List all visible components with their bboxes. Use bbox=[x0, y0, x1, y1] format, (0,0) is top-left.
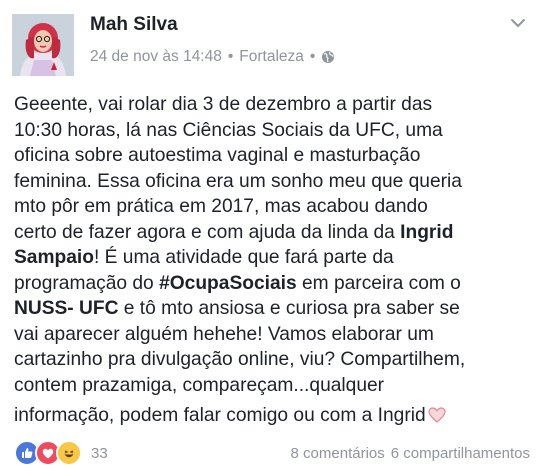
text-line: Geeente, vai rolar dia 3 de dezembro a p… bbox=[14, 94, 433, 115]
facebook-post: Mah Silva 24 de nov às 14:48 • Fortaleza… bbox=[0, 0, 540, 470]
meta-separator: • bbox=[227, 48, 234, 65]
text-line: oficina sobre autoestima vaginal e mastu… bbox=[14, 145, 421, 166]
hashtag-link[interactable]: #OcupaSociais bbox=[159, 273, 297, 294]
haha-icon bbox=[56, 440, 82, 466]
text-line: vai aparecer alguém hehehe! Vamos elabor… bbox=[14, 323, 434, 345]
text-line: feminina. Essa oficina era um sonho meu … bbox=[14, 170, 462, 192]
mention-ingrid[interactable]: Ingrid bbox=[400, 222, 453, 243]
reactions[interactable] bbox=[14, 440, 82, 466]
author-name[interactable]: Mah Silva bbox=[90, 14, 178, 36]
reaction-count[interactable]: 33 bbox=[91, 445, 108, 462]
comments-count[interactable]: 8 comentários bbox=[291, 445, 385, 462]
shares-count[interactable]: 6 compartilhamentos bbox=[391, 445, 530, 462]
heart-icon bbox=[428, 405, 446, 423]
page-link-nuss[interactable]: NUSS- UFC bbox=[14, 298, 118, 319]
text-line: programação do #OcupaSociais em parceira… bbox=[14, 272, 461, 294]
avatar[interactable] bbox=[12, 14, 74, 76]
post-date[interactable]: 24 de nov às 14:48 bbox=[90, 48, 222, 66]
mention-sampaio[interactable]: Sampaio bbox=[14, 247, 94, 268]
globe-icon bbox=[321, 50, 335, 64]
text-line: NUSS- UFC e tô mto ansiosa e curiosa pra… bbox=[14, 298, 460, 319]
engagement-counts: 8 comentários 6 compartilhamentos bbox=[291, 445, 530, 462]
post-text: Geeente, vai rolar dia 3 de dezembro a p… bbox=[14, 92, 529, 429]
text-line: certo de fazer agora e com ajuda da lind… bbox=[14, 221, 454, 243]
text-line: 10:30 horas, lá nas Ciências Sociais da … bbox=[14, 119, 443, 141]
text-line: mto pôr em prática em 2017, mas acabou d… bbox=[14, 196, 428, 217]
text-line: cartazinho pra divulgação online, viu? C… bbox=[14, 349, 466, 370]
post-location[interactable]: Fortaleza bbox=[239, 48, 304, 66]
text-line: Sampaio! É uma atividade que fará parte … bbox=[14, 247, 394, 268]
chevron-down-icon[interactable] bbox=[510, 16, 526, 28]
post-footer: 33 8 comentários 6 compartilhamentos bbox=[14, 440, 530, 466]
post-meta: 24 de nov às 14:48 • Fortaleza • bbox=[90, 48, 335, 66]
text-line: contem prazamiga, compareçam...qualquer bbox=[14, 374, 385, 396]
meta-separator: • bbox=[309, 48, 316, 65]
text-line: informação, podem falar comigo ou com a … bbox=[14, 403, 529, 429]
